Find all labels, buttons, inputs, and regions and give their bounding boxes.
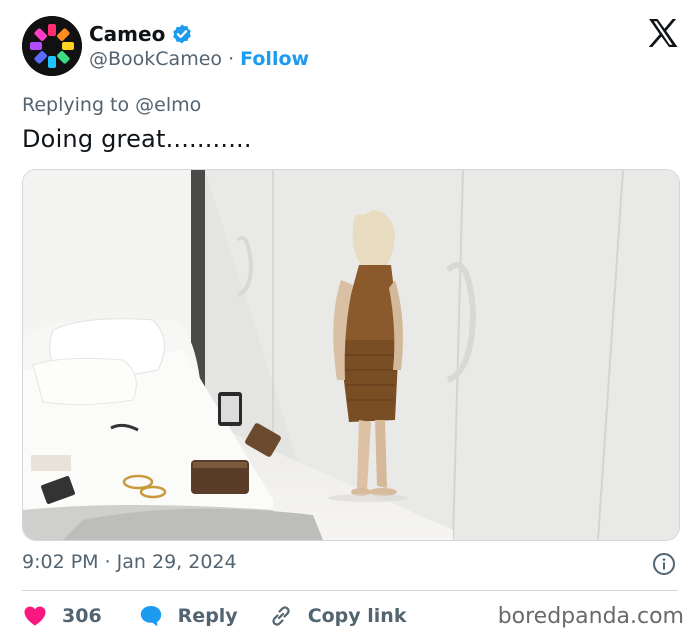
reply-label: Reply — [177, 605, 238, 627]
tweet-photo[interactable] — [22, 169, 680, 541]
replying-to[interactable]: Replying to @elmo — [22, 94, 201, 116]
link-icon — [272, 606, 290, 626]
info-icon[interactable] — [652, 552, 676, 576]
tweet-actions: 306 Reply Copy link — [22, 600, 406, 632]
watermark: boredpanda.com — [497, 604, 684, 629]
author-name-label: Cameo — [89, 22, 166, 46]
tweet-timestamp[interactable]: 9:02 PM · Jan 29, 2024 — [22, 551, 237, 573]
cameo-logo-icon[interactable] — [22, 16, 82, 76]
copy-link-button[interactable]: Copy link — [268, 603, 407, 629]
verified-badge-icon — [171, 23, 193, 45]
author-handle[interactable]: @BookCameo — [89, 48, 222, 70]
follow-button[interactable]: Follow — [240, 48, 309, 70]
author-name[interactable]: Cameo — [89, 22, 193, 46]
action-divider — [22, 590, 678, 591]
tweet-card: Cameo @BookCameo · Follow Replying to @e… — [0, 0, 700, 642]
reply-bubble-icon — [140, 606, 161, 627]
x-logo-icon[interactable] — [647, 18, 679, 48]
reply-button[interactable]: Reply — [138, 603, 238, 629]
heart-icon — [24, 606, 46, 626]
copy-link-label: Copy link — [307, 605, 407, 627]
like-count: 306 — [62, 605, 102, 627]
author-handle-row: @BookCameo · Follow — [89, 48, 309, 70]
like-button[interactable]: 306 — [22, 603, 102, 629]
tweet-text: Doing great........... — [22, 125, 252, 153]
handle-separator: · — [228, 48, 235, 70]
